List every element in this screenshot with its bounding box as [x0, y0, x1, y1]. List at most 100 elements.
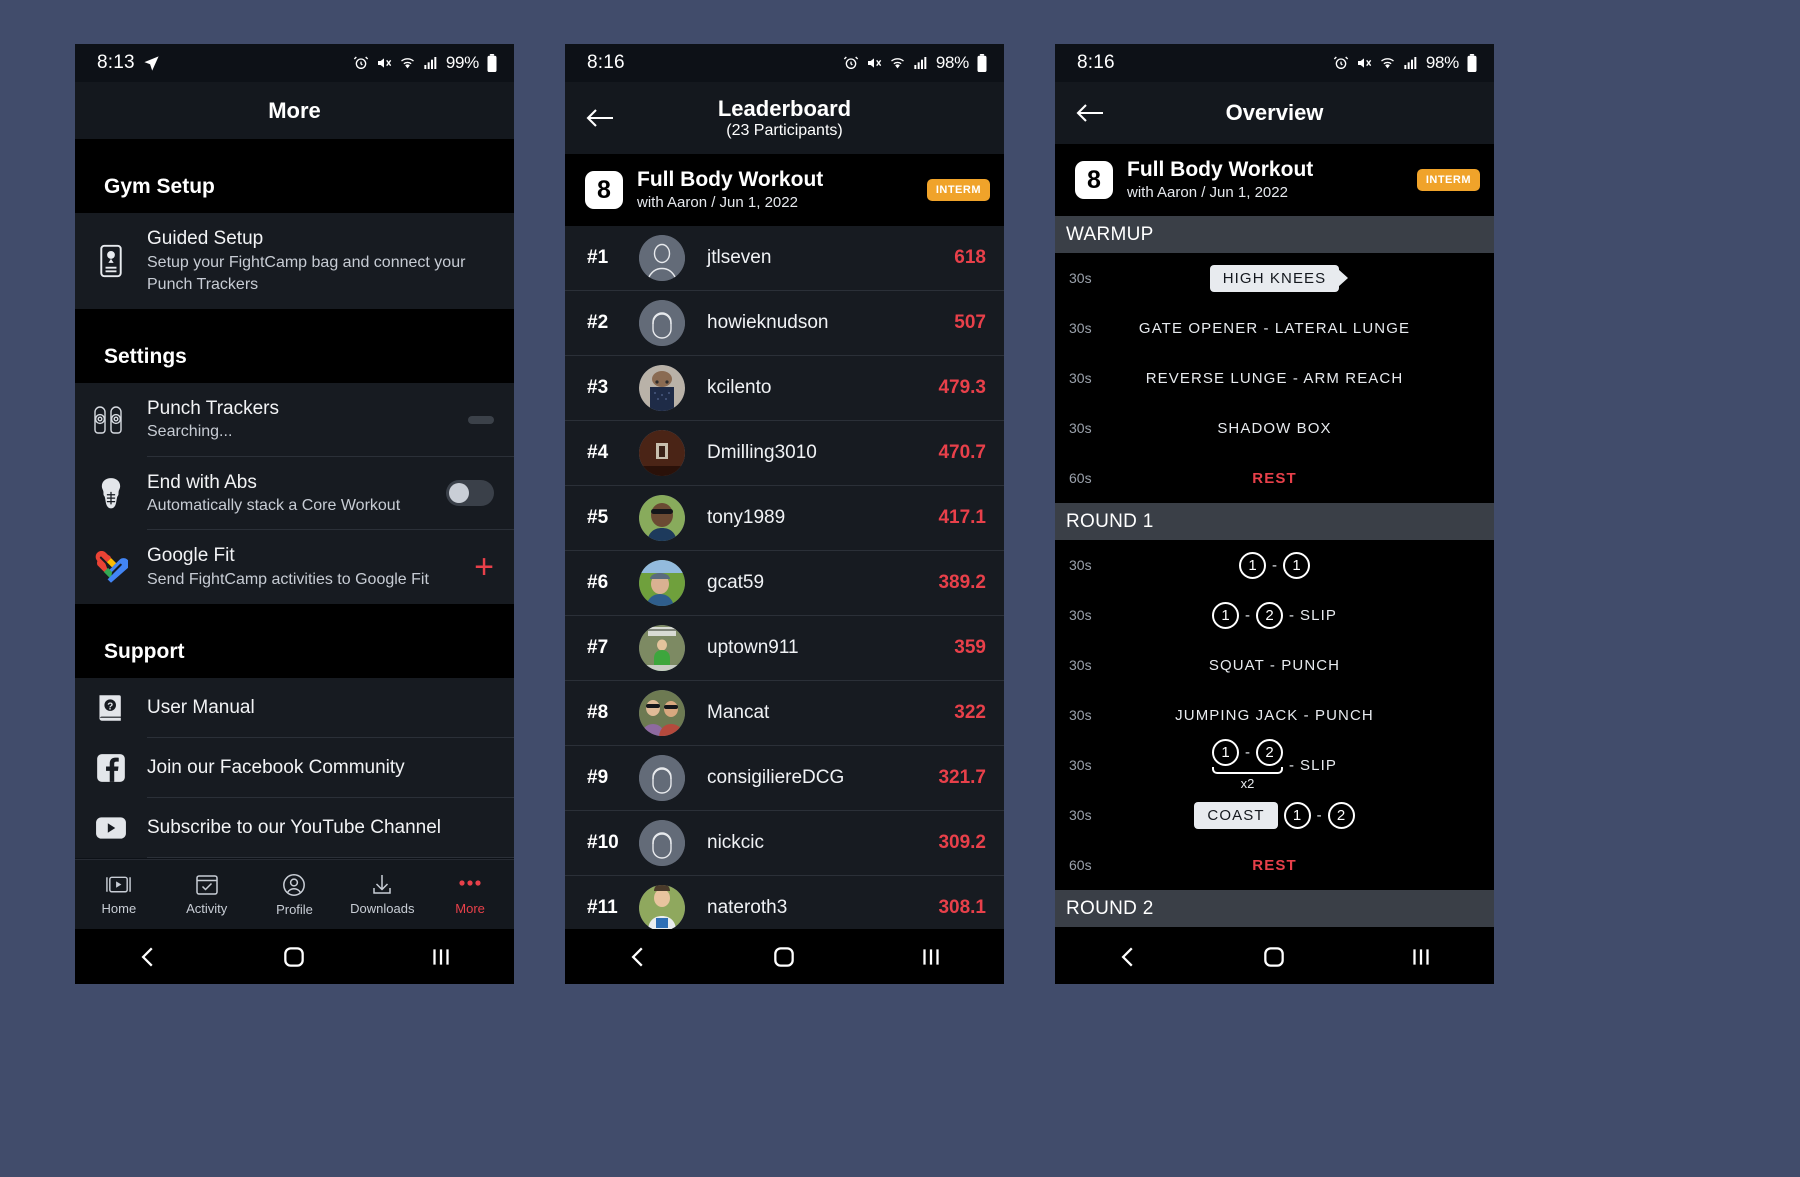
table-row[interactable]: #1 jtlseven 618: [565, 226, 1004, 291]
rank: #7: [587, 637, 609, 658]
list-item-google-fit[interactable]: Google Fit Send FightCamp activities to …: [75, 530, 514, 604]
rank: #4: [587, 442, 609, 463]
table-row[interactable]: #3 kcilento 479.3: [565, 356, 1004, 421]
participant-score: 389.2: [938, 572, 986, 593]
battery-percent: 98%: [1425, 53, 1459, 72]
add-google-fit-button[interactable]: +: [474, 550, 494, 584]
status-clock: 8:13: [97, 52, 135, 73]
item-subtitle: Automatically stack a Core Workout: [147, 497, 401, 515]
punch-number: 1: [1283, 551, 1310, 579]
list-item-punch-trackers[interactable]: Punch Trackers Searching...: [75, 382, 514, 457]
tab-label: More: [455, 900, 485, 916]
tab-activity[interactable]: Activity: [163, 874, 251, 916]
participant-name: gcat59: [707, 572, 765, 593]
workout-banner[interactable]: 8 Full Body Workout with Aaron / Jun 1, …: [1055, 144, 1494, 216]
tab-label: Downloads: [350, 901, 415, 916]
exercise-duration: 60s: [1069, 857, 1092, 873]
participant-name: consigiliereDCG: [707, 767, 845, 788]
table-row[interactable]: #7 uptown911 359: [565, 616, 1004, 681]
rank: #6: [587, 572, 609, 593]
android-back-icon[interactable]: [625, 944, 651, 970]
participant-name: tony1989: [707, 507, 786, 528]
android-nav-bar: [75, 929, 514, 984]
combo-dash: -: [1245, 606, 1251, 624]
item-title: Join our Facebook Community: [147, 757, 405, 779]
block-label: ROUND 1: [1066, 510, 1154, 532]
table-row[interactable]: #8 Mancat 322: [565, 681, 1004, 746]
table-row[interactable]: #9 consigiliereDCG 321.7: [565, 746, 1004, 811]
tab-more[interactable]: More: [426, 874, 514, 916]
workout-banner[interactable]: 8 Full Body Workout with Aaron / Jun 1, …: [565, 154, 1004, 226]
android-recents-icon[interactable]: [1408, 944, 1434, 970]
rest-label: REST: [1252, 856, 1297, 874]
rank: #9: [587, 767, 609, 788]
table-row[interactable]: #10 nickcic 309.2: [565, 811, 1004, 876]
exercise-duration: 30s: [1069, 807, 1092, 823]
avatar: [639, 235, 685, 281]
block-header-round-1: ROUND 1: [1055, 503, 1494, 540]
status-bar: 8:16 98%: [565, 44, 1004, 82]
android-back-icon[interactable]: [135, 944, 161, 970]
tab-home[interactable]: Home: [75, 874, 163, 916]
list-item-youtube[interactable]: Subscribe to our YouTube Channel: [75, 797, 514, 858]
back-arrow-icon[interactable]: [583, 101, 617, 135]
block-header-round-2: ROUND 2: [1055, 890, 1494, 927]
item-title: User Manual: [147, 697, 255, 719]
workout-number-badge: 8: [585, 171, 623, 209]
tab-profile[interactable]: Profile: [251, 873, 339, 917]
participant-score: 479.3: [938, 377, 986, 398]
exercise-row: 30s JUMPING JACK - PUNCH: [1055, 690, 1494, 740]
android-home-icon[interactable]: [281, 944, 307, 970]
android-home-icon[interactable]: [771, 944, 797, 970]
table-row[interactable]: #6 gcat59 389.2: [565, 551, 1004, 616]
exercise-row: 30s SQUAT - PUNCH: [1055, 640, 1494, 690]
abs-icon: [75, 477, 147, 509]
back-arrow-icon[interactable]: [1073, 96, 1107, 130]
punch-number: 2: [1256, 601, 1284, 629]
combo-group: 1 - 2 x2: [1212, 739, 1284, 791]
section-label: Support: [104, 639, 185, 663]
mute-icon: [1356, 55, 1372, 71]
status-clock: 8:16: [1077, 52, 1115, 73]
table-row[interactable]: #4 Dmilling3010 470.7: [565, 421, 1004, 486]
end-with-abs-toggle[interactable]: [446, 480, 494, 507]
combo-dash: -: [1289, 606, 1295, 624]
android-home-icon[interactable]: [1261, 944, 1287, 970]
exercise-duration: 60s: [1069, 470, 1092, 486]
participant-name: nateroth3: [707, 897, 788, 918]
android-recents-icon[interactable]: [428, 944, 454, 970]
signal-icon: [1403, 55, 1419, 71]
rank: #8: [587, 702, 609, 723]
exercise-duration: 30s: [1069, 557, 1092, 573]
android-back-icon[interactable]: [1115, 944, 1141, 970]
leaderboard-list[interactable]: #1 jtlseven 618 #2 howieknudson 507 #3 k…: [565, 226, 1004, 929]
location-arrow-icon: [143, 55, 160, 72]
table-row[interactable]: #2 howieknudson 507: [565, 291, 1004, 356]
table-row[interactable]: #11 nateroth3 308.1: [565, 876, 1004, 929]
punch-number: 2: [1327, 801, 1355, 829]
punch-number: 1: [1283, 801, 1311, 829]
alarm-icon: [1333, 55, 1349, 71]
exercise-duration: 30s: [1069, 270, 1092, 286]
item-title: Guided Setup: [147, 228, 264, 249]
exercise-duration: 30s: [1069, 320, 1092, 336]
participant-name: Dmilling3010: [707, 442, 817, 463]
list-item-user-manual[interactable]: ? User Manual: [75, 677, 514, 738]
avatar: [639, 820, 685, 866]
participant-score: 359: [954, 637, 986, 658]
move-name: SLIP: [1300, 606, 1337, 624]
punch-number: 2: [1256, 739, 1284, 766]
avatar: [639, 365, 685, 411]
avatar: [639, 300, 685, 346]
avatar: [639, 755, 685, 801]
list-item-end-with-abs[interactable]: End with Abs Automatically stack a Core …: [75, 456, 514, 531]
tab-downloads[interactable]: Downloads: [338, 873, 426, 916]
list-item-guided-setup[interactable]: Guided Setup Setup your FightCamp bag an…: [75, 213, 514, 309]
difficulty-badge: INTERM: [1416, 169, 1480, 191]
alarm-icon: [353, 55, 369, 71]
rank: #3: [587, 377, 609, 398]
overview-list[interactable]: WARMUP 30s HIGH KNEES 30s GATE OPENER - …: [1055, 216, 1494, 929]
table-row[interactable]: #5 tony1989 417.1: [565, 486, 1004, 551]
android-recents-icon[interactable]: [918, 944, 944, 970]
list-item-facebook[interactable]: Join our Facebook Community: [75, 737, 514, 798]
